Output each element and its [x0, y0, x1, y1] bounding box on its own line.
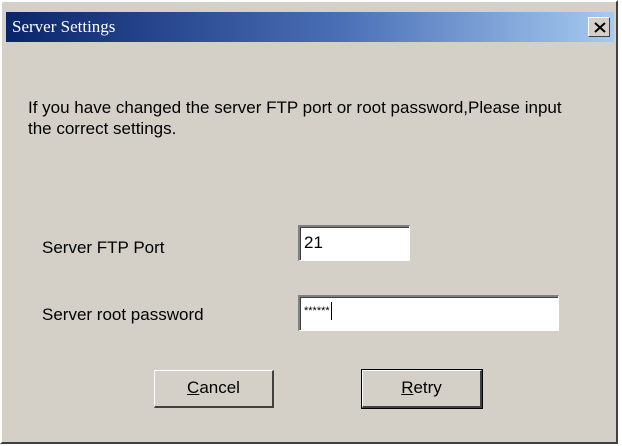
server-settings-dialog: Server Settings If you have changed the … [0, 0, 618, 444]
ftp-port-input[interactable]: 21 [298, 225, 410, 261]
close-icon [594, 22, 606, 33]
title-bar[interactable]: Server Settings [6, 12, 614, 42]
cancel-mnemonic: C [187, 378, 200, 397]
retry-label-rest: etry [413, 378, 442, 397]
dialog-title: Server Settings [12, 17, 116, 36]
text-caret [330, 301, 332, 320]
root-password-input[interactable]: ****** [298, 295, 559, 331]
ftp-port-label: Server FTP Port [42, 238, 165, 257]
instruction-message: If you have changed the server FTP port … [28, 98, 562, 138]
cancel-button[interactable]: Cancel [154, 370, 274, 408]
root-password-value: ****** [304, 305, 330, 317]
root-password-label: Server root password [42, 305, 204, 324]
retry-mnemonic: R [401, 378, 414, 397]
ftp-port-value: 21 [304, 233, 323, 252]
close-button[interactable] [588, 17, 610, 37]
retry-button[interactable]: Retry [361, 369, 483, 409]
cancel-label-rest: ancel [199, 378, 240, 397]
